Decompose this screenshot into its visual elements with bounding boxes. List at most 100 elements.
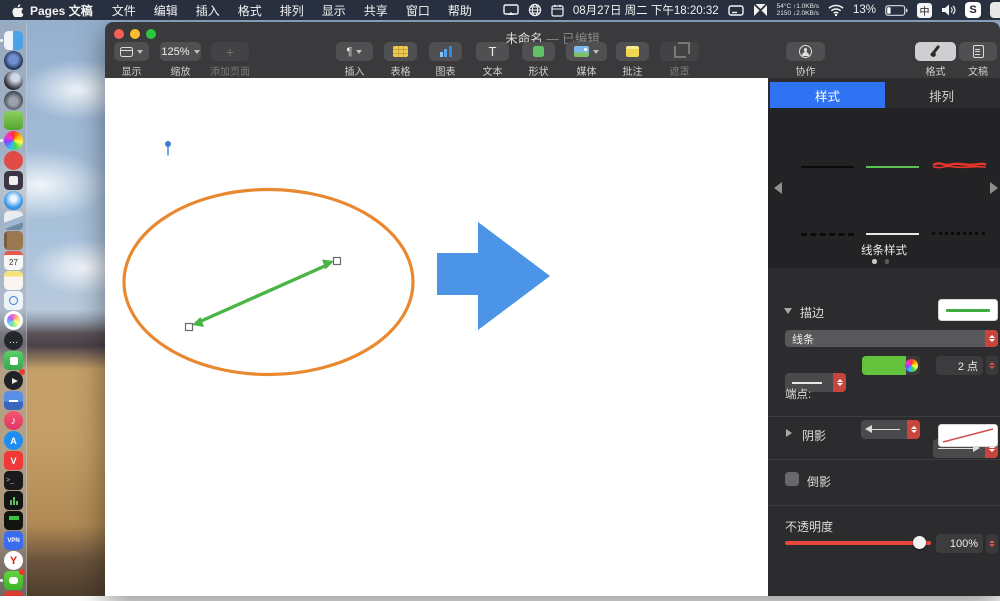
stroke-disclosure-icon[interactable] (784, 308, 792, 314)
dock-icon-yandex[interactable]: Y (4, 551, 23, 570)
opacity-slider-knob[interactable] (913, 536, 926, 549)
dock-icon-activity-terminal[interactable] (4, 491, 23, 510)
document-button[interactable] (959, 42, 997, 61)
preset-red-rough[interactable] (932, 158, 987, 172)
table-button[interactable] (384, 42, 417, 61)
menu-window[interactable]: 窗口 (406, 2, 430, 19)
clipped-status-icon[interactable] (990, 2, 1000, 18)
stroke-width-field[interactable]: 2 点 (936, 356, 983, 375)
preset-black-dotted[interactable] (932, 226, 985, 240)
dock-icon-dictionary[interactable] (4, 231, 23, 250)
dock-icon-wechat[interactable] (0, 569, 25, 590)
double-arrow-line-shape[interactable] (192, 259, 334, 328)
dock-icon-weather-app[interactable] (4, 71, 23, 90)
window-switcher-icon[interactable] (727, 4, 744, 16)
dock-icon-red-app-partial[interactable] (4, 591, 23, 596)
format-button[interactable] (915, 42, 956, 61)
start-endpoint-dropdown[interactable] (861, 420, 920, 439)
dock-icon-app-store[interactable]: A (4, 431, 23, 450)
dash-style-stepper[interactable] (833, 373, 846, 392)
dock-icon-navigation-app[interactable] (4, 51, 23, 70)
wifi-icon[interactable] (828, 4, 844, 16)
collaborate-button[interactable] (786, 42, 825, 61)
dock-icon-notes[interactable] (4, 271, 23, 290)
view-button[interactable] (114, 42, 149, 61)
mask-button[interactable] (660, 41, 699, 61)
dock-icon-green-terminal[interactable] (4, 511, 23, 530)
opacity-stepper[interactable] (986, 534, 998, 553)
media-button[interactable] (566, 42, 607, 61)
network-monitor[interactable]: 54°C ↑1.0KB/s 2150 ↓2.0KB/s (777, 3, 819, 17)
stroke-type-stepper[interactable] (985, 330, 998, 347)
menu-arrange[interactable]: 排列 (280, 2, 304, 19)
tab-style[interactable]: 样式 (770, 82, 885, 108)
preset-page-dots[interactable] (872, 259, 889, 264)
shadow-preview-well[interactable] (938, 424, 998, 447)
dock-icon-calendar[interactable]: 27 (4, 251, 23, 270)
dock-icon-messages-dark[interactable]: … (4, 331, 23, 350)
battery-icon[interactable] (885, 4, 908, 16)
panels-icon[interactable] (753, 3, 768, 17)
tab-arrange[interactable]: 排列 (885, 82, 998, 108)
shadow-disclosure-icon[interactable] (786, 429, 792, 437)
preset-black-solid[interactable] (801, 160, 854, 174)
dock-icon-preview-app[interactable] (4, 211, 23, 230)
dock-icon-green-app[interactable] (4, 111, 23, 130)
comment-button[interactable] (616, 42, 649, 61)
ellipse-shape[interactable] (122, 187, 415, 377)
menu-share[interactable]: 共享 (364, 2, 388, 19)
add-page-button[interactable]: + (211, 42, 249, 61)
dock-icon-finder[interactable] (0, 31, 23, 50)
dock-icon-media-player[interactable] (4, 369, 25, 390)
dock-icon-terminal[interactable]: >_ (4, 471, 23, 490)
menu-insert[interactable]: 插入 (196, 2, 220, 19)
selection-handle-start[interactable] (184, 322, 194, 332)
presets-prev-icon[interactable] (774, 182, 782, 194)
menu-edit[interactable]: 编辑 (154, 2, 178, 19)
stroke-preview-well[interactable] (938, 299, 998, 321)
screen-mirroring-icon[interactable] (503, 4, 519, 16)
dock-icon-photos[interactable] (4, 311, 23, 330)
start-endpoint-stepper[interactable] (907, 420, 920, 439)
calendar-icon[interactable] (551, 4, 564, 17)
dock-icon-keynote[interactable] (4, 391, 23, 410)
reflection-checkbox[interactable] (785, 472, 799, 486)
preset-white-solid[interactable] (866, 227, 919, 241)
opacity-value-field[interactable]: 100% (936, 534, 983, 553)
dock-icon-calculator-app[interactable] (4, 171, 23, 190)
document-canvas[interactable] (105, 78, 768, 596)
dock-icon-video-chat-app[interactable] (4, 351, 23, 370)
text-button[interactable]: T (476, 42, 509, 61)
dock-icon-safari[interactable] (4, 191, 23, 210)
zoom-level-button[interactable]: 125% (160, 42, 201, 61)
dock-icon-vivaldi[interactable]: V (4, 451, 23, 470)
preset-green-solid[interactable] (866, 160, 919, 174)
menubar-datetime[interactable]: 08月27日 周二 下午18:20:32 (573, 2, 719, 18)
selection-handle-end[interactable] (332, 256, 342, 266)
menu-format[interactable]: 格式 (238, 2, 262, 19)
opacity-slider-track[interactable] (785, 541, 931, 545)
stroke-width-stepper[interactable] (986, 356, 998, 375)
right-arrow-shape[interactable] (437, 222, 550, 330)
input-method-icon[interactable]: 中 (917, 2, 932, 18)
menu-help[interactable]: 帮助 (448, 2, 472, 19)
apple-logo-icon[interactable] (12, 3, 24, 17)
dock-icon-color-wheel-app[interactable] (0, 131, 23, 150)
shape-button[interactable] (522, 42, 555, 61)
dock-icon-accessibility-app[interactable] (4, 291, 23, 310)
dock-icon-launchpad[interactable] (4, 91, 23, 110)
presets-next-icon[interactable] (990, 182, 998, 194)
sogou-input-icon[interactable]: S (965, 2, 981, 18)
dock-icon-music[interactable]: ♪ (4, 411, 23, 430)
color-wheel-icon[interactable] (905, 359, 918, 372)
menu-view[interactable]: 显示 (322, 2, 346, 19)
chart-button[interactable] (429, 42, 462, 61)
menu-file[interactable]: 文件 (112, 2, 136, 19)
dock-icon-vpn-app[interactable]: VPN (4, 531, 23, 550)
insert-button[interactable]: ¶ (336, 42, 373, 61)
volume-icon[interactable] (941, 4, 956, 16)
dock-icon-red-text-app[interactable] (4, 151, 23, 170)
active-app-name[interactable]: Pages 文稿 (30, 2, 93, 19)
stroke-color-well[interactable] (862, 356, 906, 375)
preset-black-dashed[interactable] (801, 227, 854, 241)
